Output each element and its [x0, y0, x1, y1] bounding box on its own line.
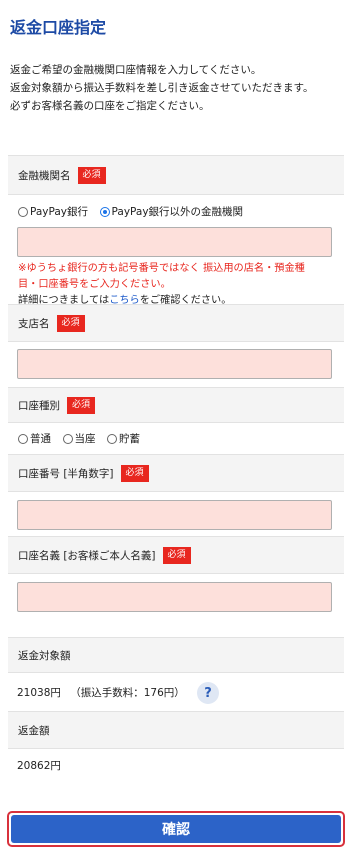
refund-target-label: 返金対象額: [18, 649, 71, 662]
radio-savings[interactable]: 貯蓄: [107, 431, 140, 446]
account-holder-input[interactable]: [17, 582, 332, 612]
radio-circle: [107, 433, 117, 444]
radio-label: 普通: [30, 433, 51, 445]
radio-checking[interactable]: 当座: [62, 431, 96, 446]
radio-label: 当座: [74, 433, 96, 445]
account-number-section: 口座番号 [半角数字] 必須: [8, 454, 344, 530]
required-badge: 必須: [162, 546, 191, 564]
bank-name-input[interactable]: [17, 226, 332, 257]
yucho-note-line-1: ※ゆうちょ銀行の方も記号番号ではなく 振込用の店名・預金種: [18, 262, 305, 274]
yucho-note-line-2: 目・口座番号をご入力ください。: [18, 278, 171, 290]
branch-label-row: 支店名 必須: [8, 304, 344, 342]
radio-circle-selected: [99, 206, 110, 217]
account-number-label-row: 口座番号 [半角数字] 必須: [8, 454, 344, 492]
radio-other-bank[interactable]: PayPay銀行以外の金融機関: [99, 204, 244, 219]
bank-label: 金融機関名: [18, 169, 71, 182]
radio-circle: [18, 206, 28, 217]
refund-target-amount: 21038円 （振込手数料：176円）: [17, 685, 185, 700]
radio-label: PayPay銀行以外の金融機関: [111, 206, 244, 218]
refund-target-label-row: 返金対象額: [8, 637, 344, 673]
required-badge: 必須: [56, 314, 85, 332]
required-badge: 必須: [77, 166, 106, 184]
refund-label-row: 返金額: [8, 711, 344, 749]
branch-name-input[interactable]: [17, 349, 332, 379]
account-type-section: 口座種別 必須 普通 当座 貯蓄: [8, 387, 344, 447]
intro-text: 返金ご希望の金融機関口座情報を入力してください。 返金対象額から振込手数料を差し…: [10, 61, 345, 115]
branch-section: 支店名 必須: [8, 304, 344, 379]
bank-notes: ※ゆうちょ銀行の方も記号番号ではなく 振込用の店名・預金種 目・口座番号をご入力…: [8, 257, 344, 309]
account-number-input[interactable]: [17, 500, 332, 530]
intro-line-3: 必ずお客様名義の口座をご指定ください。: [10, 100, 210, 112]
help-icon[interactable]: ?: [197, 682, 219, 704]
account-holder-label: 口座名義 [お客様ご本人名義]: [18, 549, 156, 562]
account-holder-section: 口座名義 [お客様ご本人名義] 必須: [8, 536, 344, 612]
account-type-label: 口座種別: [18, 399, 60, 412]
page-title: 返金口座指定: [10, 18, 107, 37]
radio-label: 貯蓄: [119, 433, 140, 445]
confirm-button[interactable]: 確認: [11, 815, 341, 843]
refund-label: 返金額: [18, 724, 50, 737]
radio-ordinary[interactable]: 普通: [18, 431, 51, 446]
account-type-label-row: 口座種別 必須: [8, 387, 344, 423]
radio-paypay-bank[interactable]: PayPay銀行: [18, 204, 88, 219]
bank-label-row: 金融機関名 必須: [8, 155, 344, 195]
intro-line-1: 返金ご希望の金融機関口座情報を入力してください。: [10, 64, 262, 76]
radio-label: PayPay銀行: [30, 206, 89, 218]
bank-section: 金融機関名 必須 PayPay銀行 PayPay銀行以外の金融機関 ※ゆうちょ銀…: [8, 155, 344, 309]
refund-target-value: 21038円: [17, 687, 61, 699]
radio-circle: [62, 433, 73, 444]
required-badge: 必須: [120, 464, 149, 482]
radio-circle: [18, 433, 28, 444]
refund-target-section: 返金対象額: [8, 637, 344, 673]
account-number-label: 口座番号 [半角数字]: [18, 467, 114, 480]
intro-line-2: 返金対象額から振込手数料を差し引き返金させていただきます。: [10, 82, 314, 94]
transfer-fee-text: （振込手数料：176円）: [70, 687, 185, 699]
refund-section: 返金額: [8, 711, 344, 749]
refund-amount: 20862円: [17, 760, 61, 772]
branch-label: 支店名: [18, 317, 50, 330]
confirm-button-frame: 確認: [7, 811, 345, 847]
required-badge: 必須: [67, 396, 96, 414]
account-holder-label-row: 口座名義 [お客様ご本人名義] 必須: [8, 536, 344, 574]
bank-radio-group: PayPay銀行 PayPay銀行以外の金融機関: [8, 195, 344, 220]
account-type-radio-group: 普通 当座 貯蓄: [8, 423, 344, 447]
